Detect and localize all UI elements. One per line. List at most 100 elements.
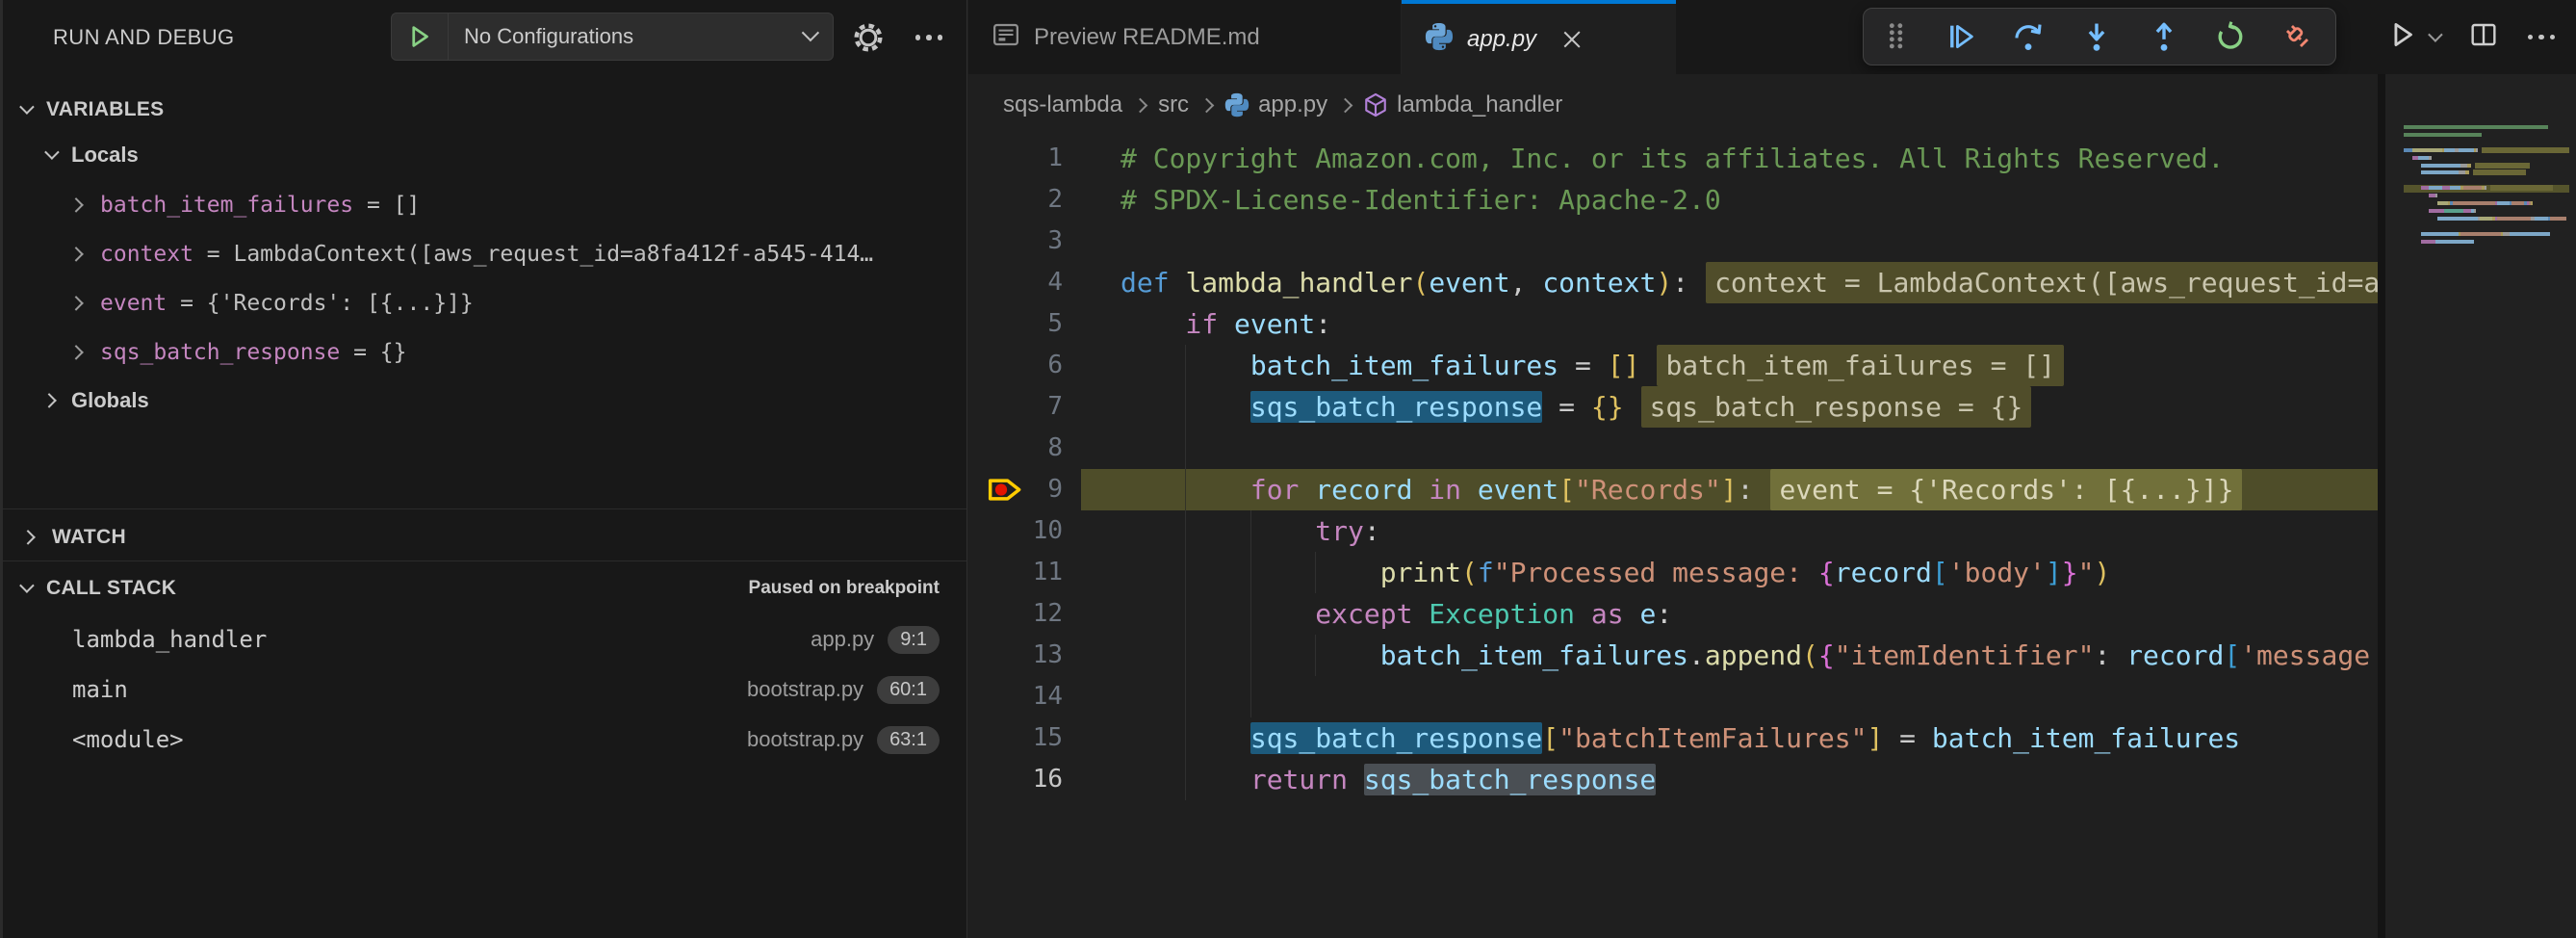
line-number[interactable]: 16 — [968, 759, 1063, 800]
variable-row[interactable]: event = {'Records': [{...}]} — [3, 278, 966, 327]
line-number[interactable]: 8 — [968, 428, 1063, 469]
breadcrumb-item-sqs-lambda[interactable]: sqs-lambda — [1003, 91, 1122, 118]
code-line-8[interactable]: 8 — [968, 428, 2378, 469]
stack-frame-row[interactable]: mainbootstrap.py60:1 — [3, 664, 966, 715]
variables-section-header[interactable]: VARIABLES — [3, 89, 966, 131]
tab-label: app.py — [1467, 26, 1536, 53]
code-text: for record in event["Records"]: — [1081, 469, 1753, 510]
equals-sign: = — [340, 340, 380, 365]
token: { — [1818, 639, 1835, 671]
token: "itemIdentifier" — [1835, 639, 2095, 671]
minimap[interactable] — [2404, 125, 2569, 248]
line-number[interactable]: 6 — [968, 345, 1063, 386]
token: [] — [1608, 350, 1640, 381]
code-line-15[interactable]: 15sqs_batch_response["batchItemFailures"… — [968, 717, 2378, 759]
step-over-icon[interactable] — [2011, 20, 2046, 53]
breadcrumb-item-app-py[interactable]: app.py — [1224, 91, 1327, 118]
stack-frame-position-badge: 63:1 — [877, 726, 940, 754]
code-line-12[interactable]: 12except Exception as e: — [968, 593, 2378, 635]
step-into-icon[interactable] — [2080, 20, 2113, 53]
code-line-1[interactable]: 1 # Copyright Amazon.com, Inc. or its aff… — [968, 138, 2378, 179]
token: = — [1542, 391, 1591, 423]
line-number[interactable]: 13 — [968, 635, 1063, 676]
code-line-9[interactable]: 9for record in event["Records"]:event = … — [968, 469, 2378, 510]
close-icon[interactable] — [1561, 29, 1583, 50]
tab-preview-readme[interactable]: Preview README.md — [968, 0, 1402, 74]
code-line-6[interactable]: 6batch_item_failures = []batch_item_fail… — [968, 345, 2378, 386]
run-icon[interactable] — [2386, 18, 2419, 56]
tab-app-py[interactable]: app.py — [1402, 0, 1676, 74]
token: event — [1478, 474, 1558, 506]
breadcrumb-separator-icon — [1338, 97, 1353, 113]
variable-row[interactable]: batch_item_failures = [] — [3, 180, 966, 229]
start-debug-icon[interactable] — [392, 13, 449, 60]
token: if — [1185, 308, 1234, 340]
code-line-10[interactable]: 10try: — [968, 510, 2378, 552]
token: def — [1121, 267, 1185, 299]
run-and-debug-sidebar: RUN AND DEBUG No Configurations VARIABLE… — [0, 0, 967, 938]
scope-locals[interactable]: Locals — [3, 131, 966, 179]
variable-value: {} — [380, 340, 407, 365]
call-stack-section-header[interactable]: CALL STACK Paused on breakpoint — [3, 566, 966, 611]
watch-section-header[interactable]: WATCH — [3, 514, 966, 560]
vscode-debug-window: RUN AND DEBUG No Configurations VARIABLE… — [0, 0, 2576, 938]
line-number[interactable]: 5 — [968, 303, 1063, 345]
token: batch_item_failures — [1932, 722, 2240, 754]
continue-icon[interactable] — [1945, 20, 1977, 53]
step-out-icon[interactable] — [2148, 20, 2180, 53]
code-line-4[interactable]: 4def lambda_handler(event, context):cont… — [968, 262, 2378, 303]
disconnect-icon[interactable] — [2281, 20, 2314, 53]
equals-sign: = — [193, 242, 234, 267]
code-line-14[interactable]: 14 — [968, 676, 2378, 717]
line-number[interactable]: 10 — [968, 510, 1063, 552]
run-dropdown-chevron-icon[interactable] — [2429, 29, 2439, 46]
code-editor[interactable]: 1 # Copyright Amazon.com, Inc. or its aff… — [968, 136, 2378, 938]
token: = — [1558, 350, 1608, 381]
variable-value: {'Records': [{...}]} — [207, 291, 474, 316]
token: : — [1364, 515, 1380, 547]
stack-frame-row[interactable]: lambda_handlerapp.py9:1 — [3, 614, 966, 664]
code-line-7[interactable]: 7sqs_batch_response = {}sqs_batch_respon… — [968, 386, 2378, 428]
restart-icon[interactable] — [2214, 20, 2247, 53]
variable-row[interactable]: context = LambdaContext([aws_request_id=… — [3, 229, 966, 278]
drag-gripper-icon — [1885, 20, 1910, 53]
stack-frame-file: bootstrap.py — [747, 677, 863, 702]
code-line-3[interactable]: 3 — [968, 221, 2378, 262]
split-editor-icon[interactable] — [2468, 19, 2499, 55]
code-line-13[interactable]: 13batch_item_failures.append({"itemIdent… — [968, 635, 2378, 676]
more-actions-icon[interactable] — [906, 17, 952, 58]
code-line-11[interactable]: 11 print(f"Processed message: {record['bo… — [968, 552, 2378, 593]
line-number[interactable]: 14 — [968, 676, 1063, 717]
stack-frame-file: bootstrap.py — [747, 727, 863, 752]
stack-frame-row[interactable]: <module>bootstrap.py63:1 — [3, 715, 966, 765]
token: [ — [1932, 557, 1948, 588]
line-number[interactable]: 11 — [968, 552, 1063, 593]
line-number[interactable]: 7 — [968, 386, 1063, 428]
line-number[interactable]: 15 — [968, 717, 1063, 759]
breadcrumb-item-lambda-handler[interactable]: lambda_handler — [1363, 91, 1562, 118]
code-line-5[interactable]: 5if event: — [968, 303, 2378, 345]
code-line-16[interactable]: 16return sqs_batch_response — [968, 759, 2378, 800]
line-number[interactable]: 12 — [968, 593, 1063, 635]
code-text: print(f"Processed message: {record['body… — [1081, 552, 2110, 593]
line-number[interactable]: 4 — [968, 262, 1063, 303]
code-line-2[interactable]: 2# SPDX-License-Identifier: Apache-2.0 — [968, 179, 2378, 221]
minimap-line — [2404, 178, 2569, 182]
configuration-select-value[interactable]: No Configurations — [449, 24, 803, 49]
token: {} — [1591, 391, 1624, 423]
token: append — [1705, 639, 1802, 671]
scope-label: Locals — [71, 143, 139, 168]
scope-globals[interactable]: Globals — [3, 377, 966, 425]
line-number[interactable]: 1 — [968, 138, 1063, 179]
line-number[interactable]: 2 — [968, 179, 1063, 221]
token: # Copyright Amazon.com, Inc. or its affi… — [1121, 143, 2224, 174]
token: " — [2078, 557, 2095, 588]
line-content — [1081, 221, 2378, 262]
variable-row[interactable]: sqs_batch_response = {} — [3, 327, 966, 377]
line-number[interactable]: 3 — [968, 221, 1063, 262]
code-text: sqs_batch_response = {} — [1081, 386, 1624, 428]
gear-icon[interactable] — [848, 17, 889, 58]
more-actions-icon[interactable] — [2528, 35, 2556, 40]
debug-configurations-dropdown[interactable]: No Configurations — [391, 13, 834, 61]
breadcrumb-item-src[interactable]: src — [1158, 91, 1189, 118]
